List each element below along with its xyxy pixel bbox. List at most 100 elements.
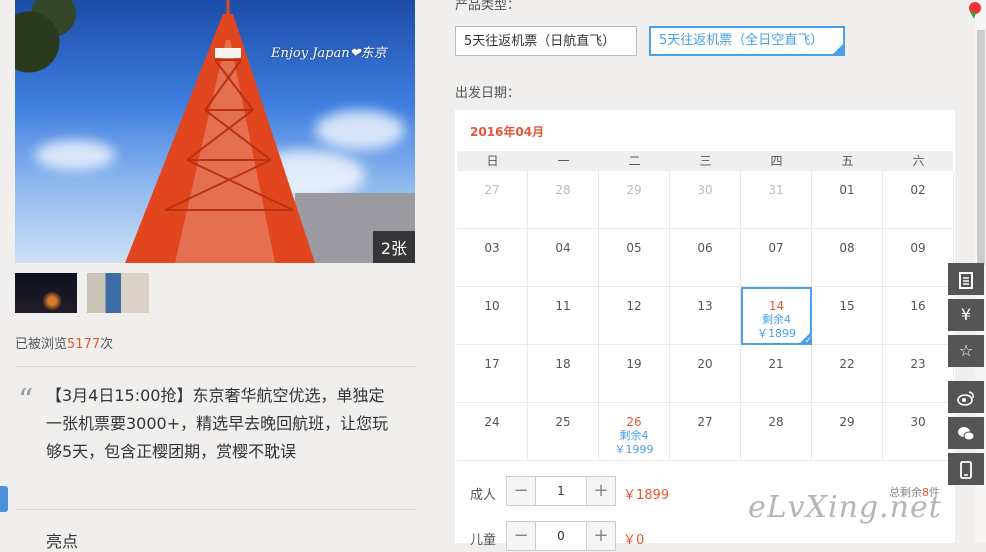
calendar-day-number: 18 xyxy=(555,357,571,371)
view-count: 已被浏览5177次 xyxy=(15,333,113,352)
calendar-day[interactable]: 07 xyxy=(741,229,812,287)
calendar-day-number: 07 xyxy=(768,241,784,255)
calendar-day[interactable]: 25 xyxy=(528,403,599,461)
calendar-day-number: 15 xyxy=(839,299,855,313)
side-tab[interactable] xyxy=(0,486,8,512)
thumbnail-night-tower[interactable] xyxy=(15,273,77,313)
check-icon xyxy=(831,31,845,57)
calendar-day-number: 29 xyxy=(626,183,642,197)
child-quantity-stepper[interactable]: − 0 + xyxy=(506,521,616,551)
calendar-day[interactable]: 09 xyxy=(883,229,954,287)
calendar-day-number: 01 xyxy=(839,183,855,197)
calendar-day[interactable]: 24 xyxy=(457,403,528,461)
thumbnail-doraemon[interactable] xyxy=(87,273,149,313)
calendar-day[interactable]: 29 xyxy=(599,171,670,229)
calendar-day[interactable]: 20 xyxy=(670,345,741,403)
calendar-day[interactable]: 13 xyxy=(670,287,741,345)
calendar-day-number: 17 xyxy=(484,357,500,371)
calendar-day-number: 28 xyxy=(768,415,784,429)
calendar-day[interactable]: 03 xyxy=(457,229,528,287)
calendar-day-number: 26 xyxy=(626,415,642,429)
weekday-header: 日一二三四五六 xyxy=(457,151,953,171)
calendar-day[interactable]: 23 xyxy=(883,345,954,403)
clipboard-icon[interactable] xyxy=(948,263,984,295)
calendar-day-number: 19 xyxy=(626,357,642,371)
highlights-heading: 亮点 xyxy=(46,532,79,551)
child-price: ￥0 xyxy=(623,533,645,548)
calendar-day-number: 12 xyxy=(626,299,642,313)
divider xyxy=(15,509,415,510)
child-label: 儿童 xyxy=(470,533,497,548)
tokyo-tower-illustration xyxy=(125,0,315,263)
product-option-ana[interactable]: 5天往返机票（全日空直飞） xyxy=(649,26,845,57)
site-watermark: eLvXing.net xyxy=(748,490,942,525)
adult-decrease-button[interactable]: − xyxy=(507,477,536,505)
calendar-day[interactable]: 10 xyxy=(457,287,528,345)
child-increase-button[interactable]: + xyxy=(586,522,615,550)
adult-label: 成人 xyxy=(470,488,497,503)
product-option-jal[interactable]: 5天往返机票（日航直飞） xyxy=(455,26,637,56)
calendar-day[interactable]: 17 xyxy=(457,345,528,403)
calendar-day-number: 27 xyxy=(697,415,713,429)
departure-calendar: 2016年04月 日一二三四五六 27 28 29 30 31 01 02 03 04 05 06 0… xyxy=(455,110,955,551)
product-description: 【3月4日15:00抢】东京奢华航空优选，单独定一张机票要3000+，精选早去晚… xyxy=(46,386,389,461)
hero-image[interactable]: Enjoy Japan❤东京 2张 xyxy=(15,0,415,263)
view-count-number: 5177 xyxy=(67,337,101,352)
calendar-day-number: 10 xyxy=(484,299,500,313)
quote-icon: “ xyxy=(18,383,34,418)
calendar-day[interactable]: 01 xyxy=(812,171,883,229)
calendar-day-number: 29 xyxy=(839,415,855,429)
adult-increase-button[interactable]: + xyxy=(586,477,615,505)
calendar-day-number: 02 xyxy=(910,183,926,197)
image-count-badge[interactable]: 2张 xyxy=(372,231,415,263)
wechat-icon[interactable] xyxy=(948,417,984,449)
calendar-day[interactable]: 28 xyxy=(741,403,812,461)
weekday-label: 一 xyxy=(557,154,570,168)
calendar-day[interactable]: 18 xyxy=(528,345,599,403)
product-type-label: 产品类型： xyxy=(455,0,521,13)
calendar-day[interactable]: 29 xyxy=(812,403,883,461)
calendar-day-number: 13 xyxy=(697,299,713,313)
calendar-day-stock: 剩余4 xyxy=(619,429,649,442)
calendar-day[interactable]: 08 xyxy=(812,229,883,287)
calendar-day[interactable]: 22 xyxy=(812,345,883,403)
calendar-day[interactable]: 27 xyxy=(457,171,528,229)
adult-quantity-stepper[interactable]: − 1 + xyxy=(506,476,616,506)
calendar-day[interactable]: 28 xyxy=(528,171,599,229)
calendar-day-number: 25 xyxy=(555,415,571,429)
calendar-day[interactable]: 31 xyxy=(741,171,812,229)
calendar-day[interactable]: 04 xyxy=(528,229,599,287)
child-quantity-value[interactable]: 0 xyxy=(535,522,587,550)
adult-quantity-value[interactable]: 1 xyxy=(535,477,587,505)
scrollbar-thumb[interactable] xyxy=(977,30,985,265)
calendar-day[interactable]: 15 xyxy=(812,287,883,345)
calendar-day[interactable]: 19 xyxy=(599,345,670,403)
calendar-day-number: 11 xyxy=(555,299,571,313)
hero-caption: Enjoy Japan❤东京 xyxy=(271,46,387,61)
calendar-day[interactable]: 12 xyxy=(599,287,670,345)
calendar-day[interactable]: 26 剩余4 ￥1999 xyxy=(599,403,670,461)
calendar-day-number: 09 xyxy=(910,241,926,255)
weekday-label: 四 xyxy=(770,154,783,168)
calendar-day[interactable]: 30 xyxy=(670,171,741,229)
calendar-day-number: 16 xyxy=(910,299,926,313)
mobile-icon[interactable] xyxy=(948,453,984,485)
calendar-day[interactable]: 16 xyxy=(883,287,954,345)
calendar-day[interactable]: 11 xyxy=(528,287,599,345)
calendar-day-number: 20 xyxy=(697,357,713,371)
product-option-label: 5天往返机票（日航直飞） xyxy=(464,34,616,49)
child-decrease-button[interactable]: − xyxy=(507,522,536,550)
calendar-day[interactable]: 06 xyxy=(670,229,741,287)
yen-icon[interactable]: ¥ xyxy=(948,299,984,331)
calendar-day[interactable]: 27 xyxy=(670,403,741,461)
product-option-label: 5天往返机票（全日空直飞） xyxy=(659,33,824,48)
calendar-day[interactable]: 14 剩余4 ￥1899 xyxy=(741,287,812,346)
calendar-day[interactable]: 05 xyxy=(599,229,670,287)
calendar-day-number: 05 xyxy=(626,241,642,255)
calendar-day[interactable]: 02 xyxy=(883,171,954,229)
calendar-day-stock: 剩余4 xyxy=(762,313,791,326)
calendar-day[interactable]: 30 xyxy=(883,403,954,461)
star-icon[interactable]: ☆ xyxy=(948,335,984,367)
calendar-day[interactable]: 21 xyxy=(741,345,812,403)
weibo-icon[interactable] xyxy=(948,381,984,413)
